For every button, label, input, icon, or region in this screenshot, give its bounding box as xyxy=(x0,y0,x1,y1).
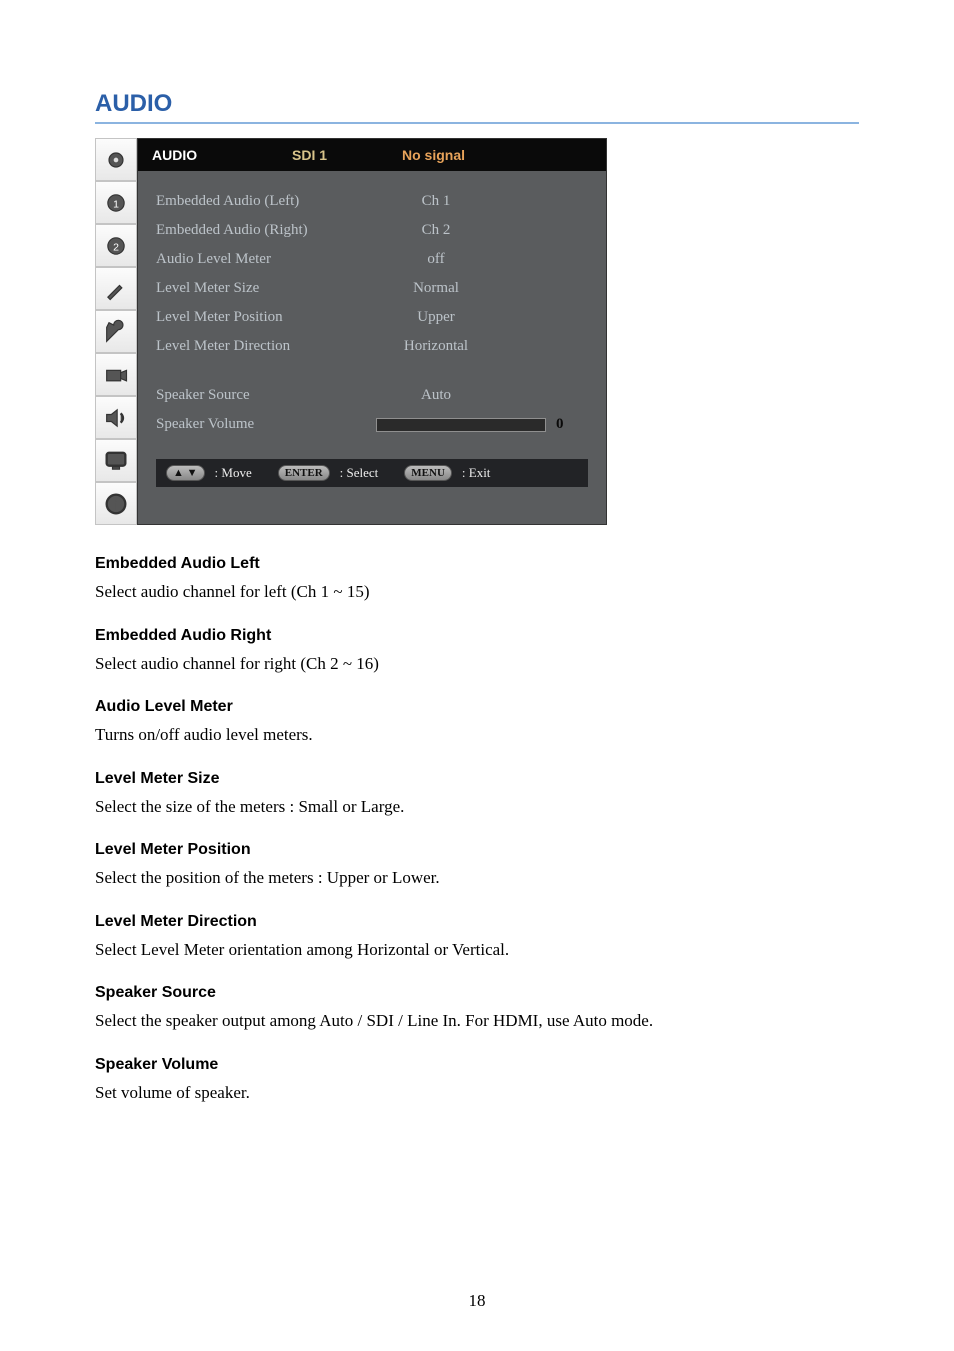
section-title: Speaker Source xyxy=(95,984,859,1002)
osd-header-title: AUDIO xyxy=(152,147,292,163)
enter-key-icon: ENTER xyxy=(278,465,330,481)
tools-icon xyxy=(95,267,137,310)
move-label: : Move xyxy=(215,465,252,481)
section-title: Speaker Volume xyxy=(95,1056,859,1074)
osd-body: Embedded Audio (Left)Ch 1 Embedded Audio… xyxy=(138,171,606,497)
info-icon: i xyxy=(95,482,137,525)
osd-row-label: Level Meter Direction xyxy=(156,338,376,355)
gear-icon xyxy=(95,138,137,181)
section-title: Audio Level Meter xyxy=(95,698,859,716)
content-sections: Embedded Audio Left Select audio channel… xyxy=(95,555,859,1105)
osd-row-label: Level Meter Position xyxy=(156,309,376,326)
section-body: Set volume of speaker. xyxy=(95,1080,859,1106)
page-number: 18 xyxy=(0,1291,954,1311)
volume-slider: 0 xyxy=(376,416,564,433)
menu-key-icon: MENU xyxy=(404,465,452,481)
osd-row-value: Ch 2 xyxy=(376,222,496,239)
osd-footer: ▲ ▼ : Move ENTER : Select MENU : Exit xyxy=(156,459,588,487)
osd-row: Embedded Audio (Left)Ch 1 xyxy=(156,187,588,216)
updown-key-icon: ▲ ▼ xyxy=(166,465,205,481)
wrench-icon xyxy=(95,310,137,353)
osd-icon-column: 1 2 i xyxy=(95,138,137,525)
section-body: Select Level Meter orientation among Hor… xyxy=(95,937,859,963)
section-body: Select the position of the meters : Uppe… xyxy=(95,865,859,891)
osd-header-signal: No signal xyxy=(402,147,465,163)
section-title: Level Meter Direction xyxy=(95,913,859,931)
section-title: Embedded Audio Right xyxy=(95,627,859,645)
monitor-icon xyxy=(95,439,137,482)
section-body: Select audio channel for left (Ch 1 ~ 15… xyxy=(95,579,859,605)
section-body: Select the size of the meters : Small or… xyxy=(95,794,859,820)
osd-row-label: Speaker Source xyxy=(156,387,376,404)
speaker-icon xyxy=(95,396,137,439)
exit-label: : Exit xyxy=(462,465,491,481)
osd-row-value: Auto xyxy=(376,387,496,404)
osd-row-value: Upper xyxy=(376,309,496,326)
gear1-icon: 1 xyxy=(95,181,137,224)
section-title: Embedded Audio Left xyxy=(95,555,859,573)
svg-text:i: i xyxy=(114,496,117,512)
osd-row: Embedded Audio (Right)Ch 2 xyxy=(156,216,588,245)
osd-row-value: Normal xyxy=(376,280,496,297)
gear2-icon: 2 xyxy=(95,224,137,267)
osd-volume-row: Speaker Volume 0 xyxy=(156,410,588,439)
osd-row-label: Audio Level Meter xyxy=(156,251,376,268)
section-body: Select the speaker output among Auto / S… xyxy=(95,1008,859,1034)
section-title: Level Meter Size xyxy=(95,770,859,788)
svg-text:2: 2 xyxy=(113,241,119,253)
osd-row: Level Meter PositionUpper xyxy=(156,303,588,332)
section-body: Turns on/off audio level meters. xyxy=(95,722,859,748)
osd-row: Speaker SourceAuto xyxy=(156,381,588,410)
osd-row-label: Level Meter Size xyxy=(156,280,376,297)
osd-header: AUDIO SDI 1 No signal xyxy=(138,139,606,171)
osd-row-label: Embedded Audio (Right) xyxy=(156,222,376,239)
osd-row: Audio Level Meteroff xyxy=(156,245,588,274)
osd-header-source: SDI 1 xyxy=(292,147,402,163)
section-body: Select audio channel for right (Ch 2 ~ 1… xyxy=(95,651,859,677)
osd-row-value: Horizontal xyxy=(376,338,496,355)
page-title: AUDIO xyxy=(95,90,859,124)
osd-row: Level Meter DirectionHorizontal xyxy=(156,332,588,361)
osd-row-label: Speaker Volume xyxy=(156,416,376,433)
svg-text:1: 1 xyxy=(113,198,119,210)
select-label: : Select xyxy=(340,465,379,481)
osd-screenshot: 1 2 i AUDIO SDI 1 No signal Embedded Aud… xyxy=(95,138,859,525)
osd-row: Level Meter SizeNormal xyxy=(156,274,588,303)
section-title: Level Meter Position xyxy=(95,841,859,859)
osd-row-value: Ch 1 xyxy=(376,193,496,210)
volume-value: 0 xyxy=(556,416,564,432)
camera-icon xyxy=(95,353,137,396)
osd-row-value: off xyxy=(376,251,496,268)
osd-row-label: Embedded Audio (Left) xyxy=(156,193,376,210)
osd-panel: AUDIO SDI 1 No signal Embedded Audio (Le… xyxy=(137,138,607,525)
